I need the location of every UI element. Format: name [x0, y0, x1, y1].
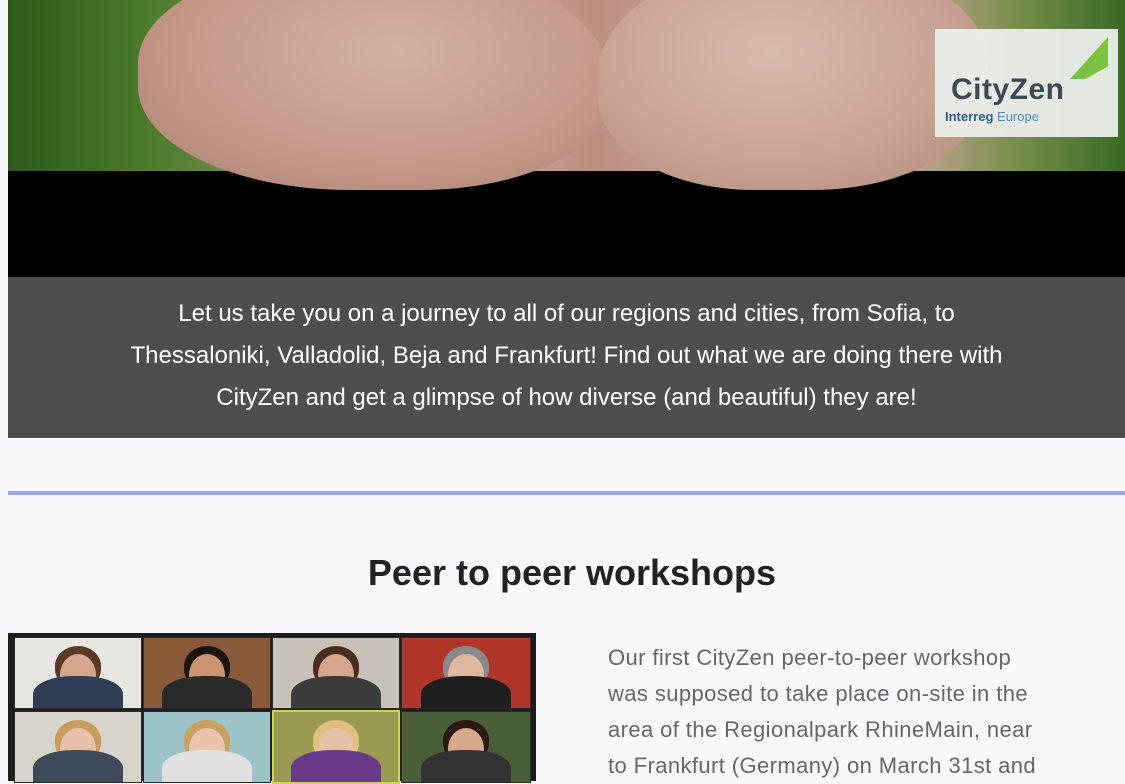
caption-line: CityZen and get a glimpse of how diverse… [216, 384, 917, 411]
logo-title: CityZen [951, 73, 1065, 106]
section-divider [8, 491, 1125, 495]
participant-tile [401, 637, 531, 709]
caption-line: Thessaloniki, Valladolid, Beja and Frank… [130, 342, 1003, 369]
section-heading: Peer to peer workshops [367, 552, 777, 593]
article-line: was supposed to take place on-site in th… [608, 681, 1028, 706]
leaf-icon [1070, 37, 1108, 79]
article-line: area of the Regionalpark RhineMain, near [608, 717, 1033, 742]
article-line: to Frankfurt (Germany) on March 31st and [608, 753, 1037, 778]
logo-sub-brand: Interreg [945, 109, 994, 124]
video-caption: Let us take you on a journey to all of o… [8, 277, 1125, 438]
participant-tile [14, 711, 142, 783]
participant-tile [143, 711, 271, 783]
article-line: Our first CityZen peer-to-peer workshop [608, 645, 1012, 670]
logo-sub-rest: Europe [993, 109, 1039, 124]
participant-tile [272, 637, 400, 709]
participant-tile [14, 637, 142, 709]
participant-tile-active-speaker [272, 710, 400, 784]
video-player[interactable]: CityZen Interreg Europe [8, 0, 1125, 277]
cityzen-logo: CityZen Interreg Europe [935, 29, 1118, 137]
right-hand-image [598, 0, 988, 190]
participant-tile [401, 711, 531, 783]
video-frame-hands-image: CityZen Interreg Europe [8, 0, 1125, 190]
participant-tile [143, 637, 271, 709]
article-text: Our first CityZen peer-to-peer workshop … [608, 640, 1125, 784]
left-hand-image [138, 0, 608, 190]
video-call-screenshot[interactable] [8, 633, 536, 784]
logo-subtitle: Interreg Europe [945, 109, 1039, 124]
caption-line: Let us take you on a journey to all of o… [178, 300, 955, 327]
